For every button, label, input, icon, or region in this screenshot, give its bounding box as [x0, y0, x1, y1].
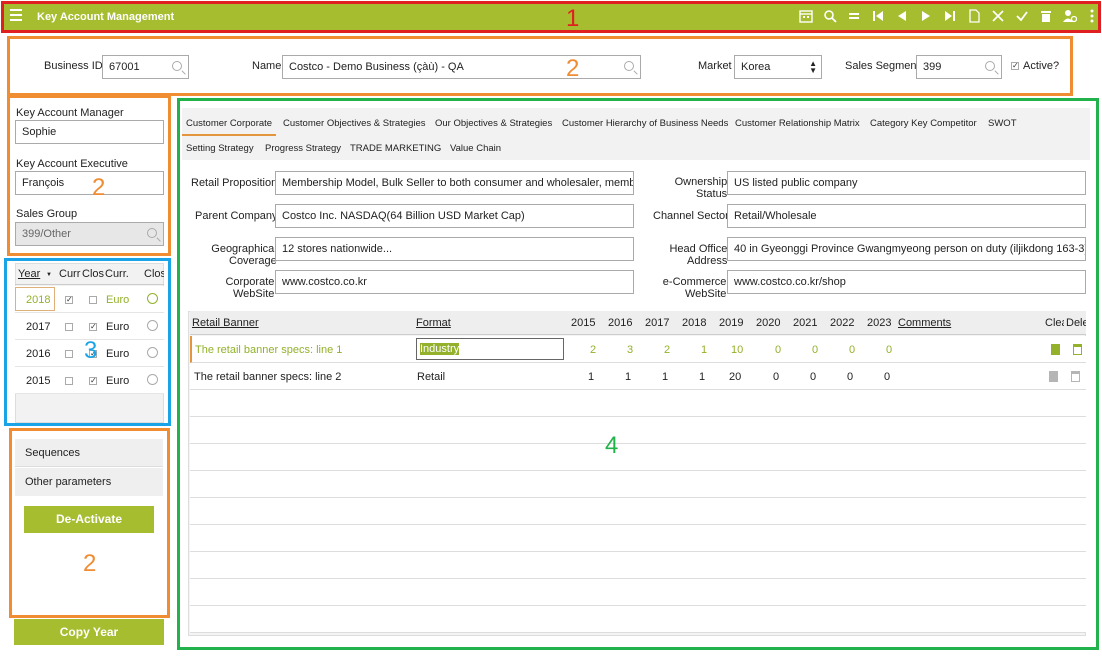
annotation-number-3: 3	[84, 337, 98, 364]
annotation-box-4	[177, 98, 1099, 650]
annotation-box-1	[1, 1, 1101, 33]
annotation-number-2: 2	[92, 174, 106, 201]
annotation-number-2: 2	[83, 550, 97, 577]
annotation-box-2-menu	[9, 428, 170, 618]
annotation-number-1: 1	[566, 5, 580, 32]
copy-year-button[interactable]: Copy Year	[14, 619, 164, 645]
annotation-box-2-left	[7, 95, 171, 256]
annotation-number-2: 2	[566, 55, 580, 82]
annotation-box-2-header	[7, 36, 1073, 96]
annotation-number-4: 4	[605, 432, 619, 459]
